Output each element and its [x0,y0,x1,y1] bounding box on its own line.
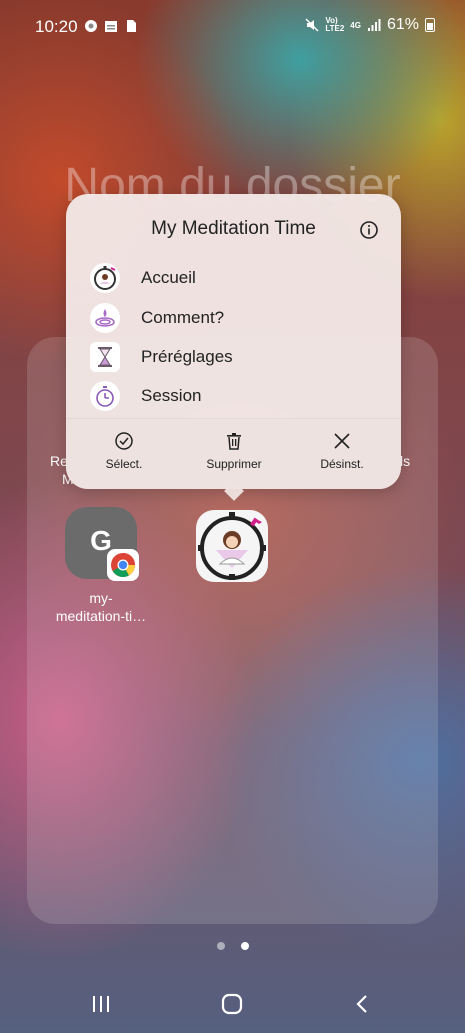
home-icon [221,993,243,1015]
meditation-app-icon [196,510,268,582]
action-label: Supprimer [206,457,262,471]
notification-icons [84,19,138,33]
shortcut-label: Préréglages [141,347,233,366]
timer-meditator-icon [90,263,120,293]
close-icon [334,433,350,449]
app-my-meditation-time[interactable] [167,510,297,582]
recent-apps-button[interactable] [81,989,121,1019]
shortcut-label: Session [141,386,202,405]
app-label: my- meditation-ti… [55,590,147,624]
status-time: 10:20 [35,17,78,36]
mobile-data-type: 4G [350,20,361,30]
navigation-bar [0,975,465,1033]
shortcut-accueil[interactable]: Accueil [90,262,196,294]
shortcut-session[interactable]: Session [90,380,201,412]
popup-title: My Meditation Time [151,218,316,239]
trash-icon [227,433,241,450]
status-bar: 10:20 Vo) LTE2 4G 61% [0,0,465,52]
hidden-app-label-right: ls [400,453,411,469]
shortcut-label: Accueil [141,268,196,287]
home-button[interactable] [212,989,252,1019]
shortcut-label: Comment? [141,308,225,327]
info-icon[interactable] [359,220,379,240]
back-button[interactable] [342,989,382,1019]
mute-icon [305,18,319,32]
app-my-meditation-time-shortcut[interactable]: G my- meditation-ti… [36,507,166,625]
system-status-icons: Vo) LTE2 4G 61% [305,16,435,34]
battery-icon [425,18,435,32]
stopwatch-icon [90,381,120,411]
popup-action-bar: Sélect. Supprimer Désinst. [66,418,401,489]
calendar-notification-icon [105,21,117,32]
page-dot[interactable] [216,942,225,950]
sd-card-icon [127,20,136,32]
signal-icon [367,19,381,31]
uninstall-button[interactable]: Désinst. [292,431,392,471]
battery-percent: 61% [386,16,419,33]
shortcut-prereglages[interactable]: Préréglages [90,341,233,373]
check-circle-icon [115,432,133,450]
delete-button[interactable]: Supprimer [184,431,284,471]
page-dot-active[interactable] [240,942,249,950]
hourglass-icon [90,342,120,372]
chrome-notification-icon [85,20,97,32]
chrome-icon [107,549,139,581]
chrome-shortcut-icon: G [65,507,139,581]
back-icon [356,995,367,1013]
action-label: Sélect. [105,457,143,471]
shortcut-comment[interactable]: Comment? [90,302,224,334]
app-shortcuts-popup: My Meditation Time Accueil Comment? Prér… [66,194,401,489]
select-button[interactable]: Sélect. [74,431,174,471]
volte-indicator: Vo) LTE2 [325,16,345,33]
recent-apps-icon [93,996,109,1012]
action-label: Désinst. [320,457,364,471]
water-drop-icon [90,303,120,333]
page-indicator [0,942,465,950]
